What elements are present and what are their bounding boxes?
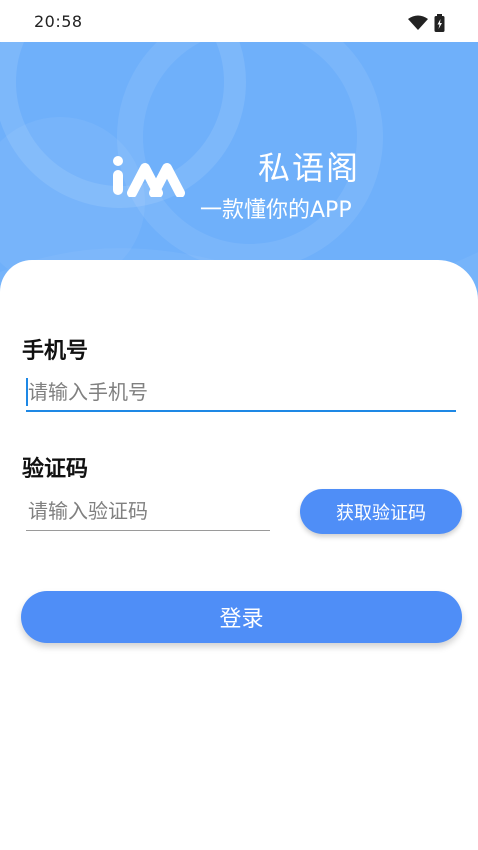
verification-code-underline xyxy=(26,530,270,531)
status-bar: 20:58 xyxy=(0,0,478,42)
phone-input[interactable] xyxy=(25,376,458,408)
app-logo-icon xyxy=(113,156,185,197)
login-screen: 20:58 私语阁 一款懂你的APP 手机号 请输入手机号 验证码 请输入验证码… xyxy=(0,0,478,850)
status-time: 20:58 xyxy=(34,12,83,31)
verification-code-label: 验证码 xyxy=(22,457,89,482)
get-verification-code-button[interactable]: 获取验证码 xyxy=(300,489,462,534)
wifi-icon xyxy=(408,15,428,30)
login-button[interactable]: 登录 xyxy=(21,591,462,643)
app-slogan: 一款懂你的APP xyxy=(200,198,352,223)
status-icons xyxy=(408,14,445,32)
verification-code-input[interactable] xyxy=(25,495,273,527)
phone-input-underline xyxy=(26,410,456,412)
phone-label: 手机号 xyxy=(22,339,89,364)
app-name: 私语阁 xyxy=(258,149,361,187)
text-cursor xyxy=(26,378,28,406)
battery-icon xyxy=(434,14,445,32)
